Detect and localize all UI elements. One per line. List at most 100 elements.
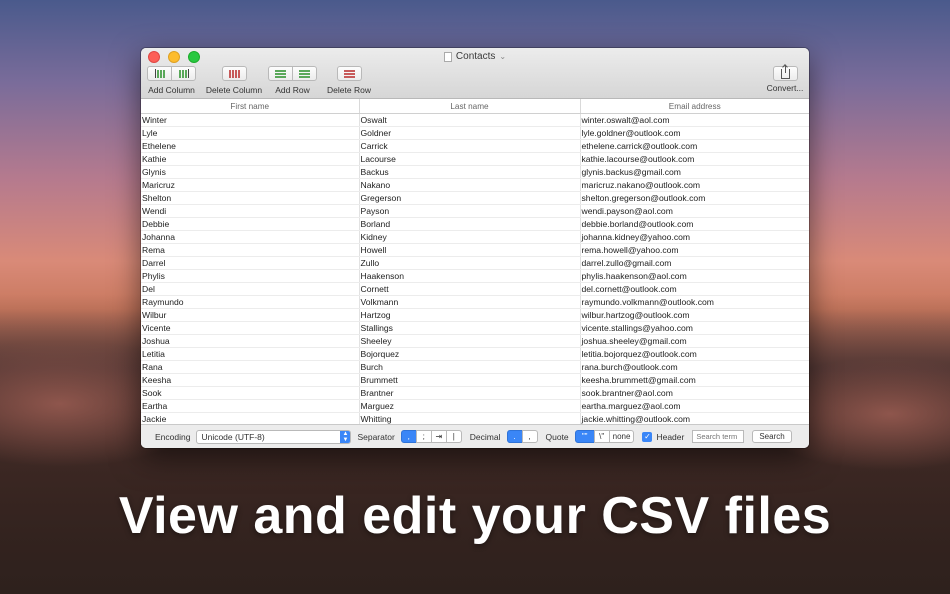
table-cell[interactable]: rema.howell@yahoo.com bbox=[580, 243, 809, 257]
table-cell[interactable]: rana.burch@outlook.com bbox=[580, 360, 809, 374]
table-cell[interactable]: phylis.haakenson@aol.com bbox=[580, 269, 809, 283]
table-row[interactable]: Maricruz Nakano maricruz.nakano@outlook.co… bbox=[141, 178, 809, 192]
quote-none[interactable]: none bbox=[608, 430, 635, 443]
table-cell[interactable]: wendi.payson@aol.com bbox=[580, 204, 809, 218]
table-row[interactable]: Darrel Zullo darrel.zullo@gmail.com bbox=[141, 256, 809, 270]
table-cell[interactable]: wilbur.hartzog@outlook.com bbox=[580, 308, 809, 322]
table-cell[interactable]: Lyle bbox=[141, 126, 360, 140]
table-cell[interactable]: shelton.gregerson@outlook.com bbox=[580, 191, 809, 205]
table-cell[interactable]: Phylis bbox=[141, 269, 360, 283]
table-cell[interactable]: Borland bbox=[359, 217, 581, 231]
table-row[interactable]: Wilbur Hartzog wilbur.hartzog@outlook.com bbox=[141, 308, 809, 322]
table-cell[interactable]: Vicente bbox=[141, 321, 360, 335]
table-cell[interactable]: Keesha bbox=[141, 373, 360, 387]
table-cell[interactable]: ethelene.carrick@outlook.com bbox=[580, 139, 809, 153]
table-row[interactable]: Jackie Whitting jackie.whitting@outlook.co… bbox=[141, 412, 809, 424]
table-row[interactable]: Glynis Backus glynis.backus@gmail.com bbox=[141, 165, 809, 179]
table-row[interactable]: Rana Burch rana.burch@outlook.com bbox=[141, 360, 809, 374]
table-row[interactable]: Rema Howell rema.howell@yahoo.com bbox=[141, 243, 809, 257]
table-cell[interactable]: Bojorquez bbox=[359, 347, 581, 361]
separator-comma[interactable]: , bbox=[400, 430, 417, 443]
table-cell[interactable]: Burch bbox=[359, 360, 581, 374]
table-cell[interactable]: kathie.lacourse@outlook.com bbox=[580, 152, 809, 166]
separator-tab[interactable]: ⇥ bbox=[430, 430, 447, 443]
table-cell[interactable]: winter.oswalt@aol.com bbox=[580, 113, 809, 127]
table-cell[interactable]: Glynis bbox=[141, 165, 360, 179]
table-cell[interactable]: Wilbur bbox=[141, 308, 360, 322]
table-cell[interactable]: Goldner bbox=[359, 126, 581, 140]
table-cell[interactable]: Joshua bbox=[141, 334, 360, 348]
table-row[interactable]: Joshua Sheeley joshua.sheeley@gmail.com bbox=[141, 334, 809, 348]
table-cell[interactable]: joshua.sheeley@gmail.com bbox=[580, 334, 809, 348]
decimal-dot[interactable]: . bbox=[506, 430, 523, 443]
table-cell[interactable]: Sheeley bbox=[359, 334, 581, 348]
table-row[interactable]: Johanna Kidney johanna.kidney@yahoo.com bbox=[141, 230, 809, 244]
table-row[interactable]: Kathie Lacourse kathie.lacourse@outlook.co… bbox=[141, 152, 809, 166]
column-header[interactable]: Email address bbox=[580, 99, 809, 114]
column-header[interactable]: Last name bbox=[359, 99, 581, 114]
table-cell[interactable]: Del bbox=[141, 282, 360, 296]
table-cell[interactable]: glynis.backus@gmail.com bbox=[580, 165, 809, 179]
separator-pipe[interactable]: | bbox=[445, 430, 462, 443]
table-cell[interactable]: Stallings bbox=[359, 321, 581, 335]
table-cell[interactable]: Darrel bbox=[141, 256, 360, 270]
add-row-below-button[interactable] bbox=[292, 66, 317, 81]
encoding-select[interactable]: Unicode (UTF-8) ▲ ▼ bbox=[196, 429, 352, 444]
table-cell[interactable]: Shelton bbox=[141, 191, 360, 205]
add-column-after-button[interactable] bbox=[171, 66, 196, 81]
separator-semicolon[interactable]: ; bbox=[415, 430, 432, 443]
column-header[interactable]: First name bbox=[141, 99, 360, 114]
table-cell[interactable]: Kidney bbox=[359, 230, 581, 244]
table-row[interactable]: Wendi Payson wendi.payson@aol.com bbox=[141, 204, 809, 218]
table-cell[interactable]: Haakenson bbox=[359, 269, 581, 283]
table-cell[interactable]: Payson bbox=[359, 204, 581, 218]
table-cell[interactable]: Whitting bbox=[359, 412, 581, 424]
table-row[interactable]: Del Cornett del.cornett@outlook.com bbox=[141, 282, 809, 296]
delete-column-button[interactable] bbox=[221, 66, 247, 81]
table-cell[interactable]: Maricruz bbox=[141, 178, 360, 192]
table-cell[interactable]: Backus bbox=[359, 165, 581, 179]
quote-double[interactable]: "" bbox=[574, 430, 595, 443]
table-row[interactable]: Sook Brantner sook.brantner@aol.com bbox=[141, 386, 809, 400]
delete-row-button[interactable] bbox=[336, 66, 362, 81]
table-cell[interactable]: darrel.zullo@gmail.com bbox=[580, 256, 809, 270]
table-cell[interactable]: Carrick bbox=[359, 139, 581, 153]
table-cell[interactable]: Brummett bbox=[359, 373, 581, 387]
table-cell[interactable]: Raymundo bbox=[141, 295, 360, 309]
table-row[interactable]: Lyle Goldner lyle.goldner@outlook.com bbox=[141, 126, 809, 140]
add-row-above-button[interactable] bbox=[268, 66, 293, 81]
table-cell[interactable]: Johanna bbox=[141, 230, 360, 244]
table-cell[interactable]: Gregerson bbox=[359, 191, 581, 205]
table-cell[interactable]: Brantner bbox=[359, 386, 581, 400]
table-cell[interactable]: maricruz.nakano@outlook.com bbox=[580, 178, 809, 192]
table-cell[interactable]: Zullo bbox=[359, 256, 581, 270]
table-row[interactable]: Raymundo Volkmann raymundo.volkmann@outloo… bbox=[141, 295, 809, 309]
table-cell[interactable]: raymundo.volkmann@outlook.com bbox=[580, 295, 809, 309]
table-cell[interactable]: Ethelene bbox=[141, 139, 360, 153]
table-cell[interactable]: Howell bbox=[359, 243, 581, 257]
table-cell[interactable]: lyle.goldner@outlook.com bbox=[580, 126, 809, 140]
table-row[interactable]: Eartha Marguez eartha.marguez@aol.com bbox=[141, 399, 809, 413]
table-cell[interactable]: Volkmann bbox=[359, 295, 581, 309]
table-cell[interactable]: Oswalt bbox=[359, 113, 581, 127]
table-cell[interactable]: vicente.stallings@yahoo.com bbox=[580, 321, 809, 335]
table-cell[interactable]: Rema bbox=[141, 243, 360, 257]
table-cell[interactable]: Kathie bbox=[141, 152, 360, 166]
table-row[interactable]: Shelton Gregerson shelton.gregerson@outloo… bbox=[141, 191, 809, 205]
table-cell[interactable]: sook.brantner@aol.com bbox=[580, 386, 809, 400]
table-cell[interactable]: johanna.kidney@yahoo.com bbox=[580, 230, 809, 244]
table-cell[interactable]: jackie.whitting@outlook.com bbox=[580, 412, 809, 424]
table-cell[interactable]: Marguez bbox=[359, 399, 581, 413]
table-cell[interactable]: Letitia bbox=[141, 347, 360, 361]
table-row[interactable]: Debbie Borland debbie.borland@outlook.com bbox=[141, 217, 809, 231]
search-input[interactable] bbox=[692, 430, 745, 443]
table-cell[interactable]: Eartha bbox=[141, 399, 360, 413]
search-button[interactable]: Search bbox=[752, 430, 792, 443]
table-cell[interactable]: Wendi bbox=[141, 204, 360, 218]
table-row[interactable]: Vicente Stallings vicente.stallings@yahoo.… bbox=[141, 321, 809, 335]
convert-button[interactable] bbox=[772, 64, 798, 81]
table-cell[interactable]: letitia.bojorquez@outlook.com bbox=[580, 347, 809, 361]
table-cell[interactable]: Lacourse bbox=[359, 152, 581, 166]
add-column-before-button[interactable] bbox=[147, 66, 172, 81]
table-cell[interactable]: eartha.marguez@aol.com bbox=[580, 399, 809, 413]
